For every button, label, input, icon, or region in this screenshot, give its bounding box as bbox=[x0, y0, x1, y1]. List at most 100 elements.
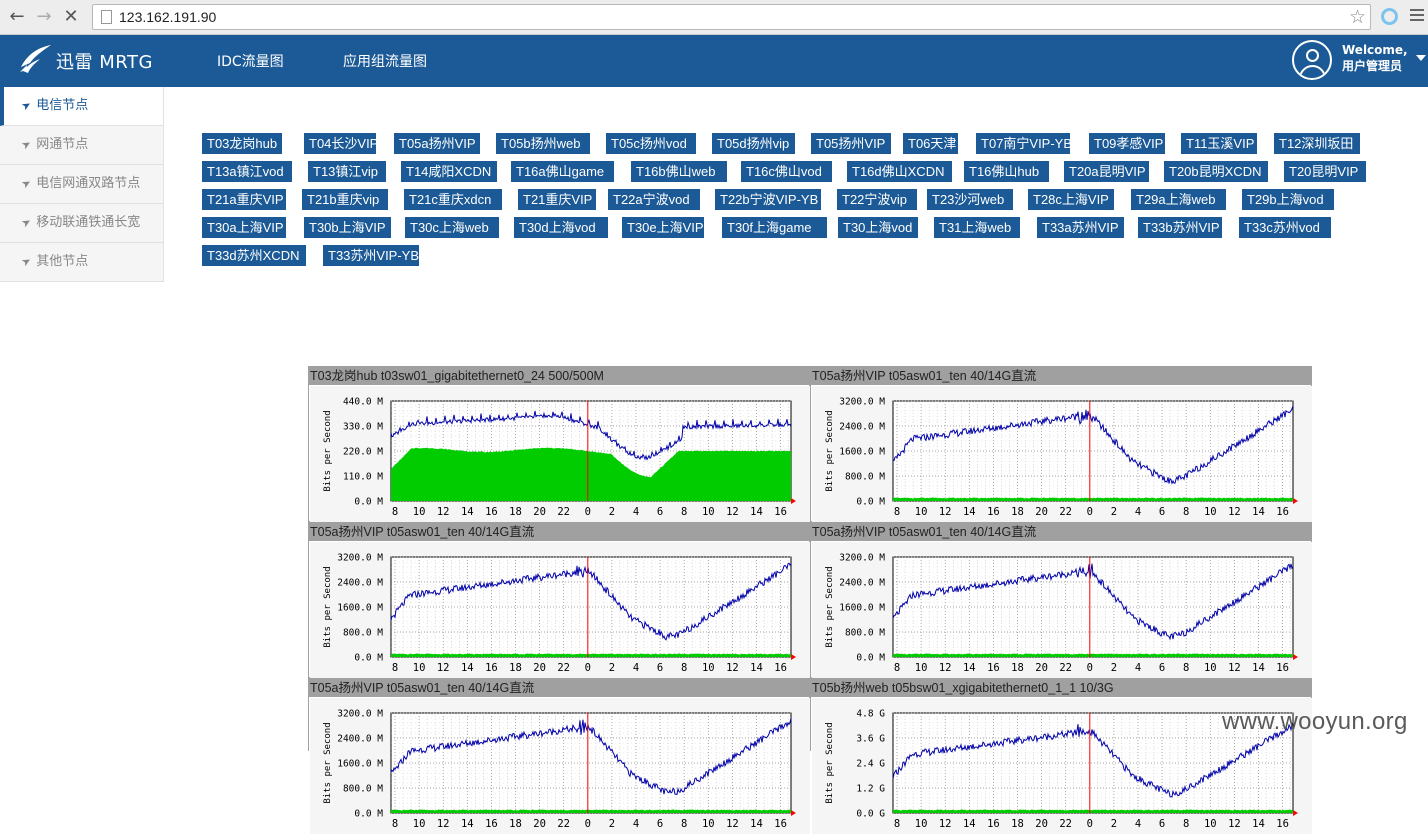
node-tag[interactable]: T21a重庆VIP bbox=[202, 189, 286, 210]
extension-icon[interactable] bbox=[1381, 8, 1398, 25]
user-menu-caret-icon[interactable] bbox=[1416, 55, 1426, 61]
mrtg-graph-panel[interactable]: T03龙岗hub t03sw01_gigabitethernet0_24 500… bbox=[309, 366, 810, 522]
node-tag[interactable]: T20a昆明VIP bbox=[1064, 161, 1149, 182]
node-tag[interactable]: T16b佛山web bbox=[631, 161, 727, 182]
node-tag[interactable]: T05c扬州vod bbox=[606, 133, 696, 154]
graph-x-tick: 14 bbox=[461, 818, 474, 830]
node-tag[interactable]: T03龙岗hub bbox=[202, 133, 282, 154]
graph-x-tick: 8 bbox=[894, 662, 900, 674]
node-tag[interactable]: T33b苏州VIP bbox=[1138, 217, 1222, 238]
node-tag[interactable]: T14咸阳XCDN bbox=[401, 161, 497, 182]
bookmark-star-icon[interactable]: ☆ bbox=[1349, 5, 1366, 29]
mrtg-graph-panel[interactable]: T05b扬州web t05bsw01_xgigabitethernet0_1_1… bbox=[811, 678, 1312, 834]
node-tag[interactable]: T22宁波vip bbox=[837, 189, 917, 210]
node-tag[interactable]: T33a苏州VIP bbox=[1037, 217, 1124, 238]
node-tag[interactable]: T20b昆明XCDN bbox=[1164, 161, 1268, 182]
node-tag[interactable]: T30f上海game bbox=[722, 217, 827, 238]
node-tag[interactable]: T12深圳坂田 bbox=[1274, 133, 1360, 154]
node-tag[interactable]: T05d扬州vip bbox=[712, 133, 795, 154]
node-tag[interactable]: T30上海vod bbox=[838, 217, 918, 238]
graph-title: T05a扬州VIP t05asw01_ten 40/14G直流 bbox=[310, 525, 535, 539]
graph-x-tick: 6 bbox=[657, 662, 663, 674]
node-tag[interactable]: T30d上海vod bbox=[514, 217, 608, 238]
mrtg-graph-panel[interactable]: T05a扬州VIP t05asw01_ten 40/14G直流 Bits per … bbox=[811, 522, 1312, 678]
avatar[interactable] bbox=[1292, 40, 1332, 80]
graph-x-tick: 6 bbox=[657, 818, 663, 830]
sidebar-item[interactable]: ➤ 网通节点 bbox=[0, 126, 163, 165]
url-text[interactable]: 123.162.191.90 bbox=[119, 9, 216, 25]
sidebar-item[interactable]: ➤ 移动联通铁通长宽 bbox=[0, 204, 163, 243]
graph-image[interactable]: Bits per Second 8 10 12 14 16 18 20 22 0 2 4 6 8 10 12 1… bbox=[309, 541, 810, 678]
node-tag[interactable]: T09孝感VIP bbox=[1089, 133, 1165, 154]
node-tag[interactable]: T13镇江vip bbox=[308, 161, 386, 182]
stop-loading-icon[interactable]: ✕ bbox=[60, 6, 82, 28]
graph-y-tick: 110.0 M bbox=[343, 472, 383, 483]
node-tag[interactable]: T16a佛山game bbox=[511, 161, 614, 182]
graph-x-tick: 22 bbox=[557, 506, 570, 518]
node-tag[interactable]: T21b重庆vip bbox=[302, 189, 388, 210]
traffic-chart: Bits per Second 8 10 12 14 16 18 20 22 0 2 4 6 8 10 12 1… bbox=[310, 698, 810, 834]
node-tag[interactable]: T30a上海VIP bbox=[202, 217, 286, 238]
node-tag[interactable]: T07南宁VIP-YB bbox=[976, 133, 1072, 154]
node-tag[interactable]: T29a上海web bbox=[1131, 189, 1226, 210]
graph-x-tick: 10 bbox=[702, 506, 715, 518]
traffic-chart: Bits per Second 8 10 12 14 16 18 20 22 0 2 4 6 8 10 12 1… bbox=[812, 542, 1312, 678]
mrtg-graph-panel[interactable]: T05a扬州VIP t05asw01_ten 40/14G直流 Bits per … bbox=[811, 366, 1312, 522]
thunder-logo-icon bbox=[20, 45, 51, 73]
node-tag[interactable]: T33c苏州vod bbox=[1239, 217, 1331, 238]
node-tag[interactable]: T16c佛山vod bbox=[741, 161, 832, 182]
node-tag[interactable]: T30e上海VIP bbox=[622, 217, 704, 238]
graph-image[interactable]: Bits per Second 8 10 12 14 16 18 20 22 0 2 4 6 8 10 12 1… bbox=[811, 541, 1312, 678]
sidebar-item[interactable]: ➤ 电信网通双路节点 bbox=[0, 165, 163, 204]
node-tag[interactable]: T22a宁波vod bbox=[608, 189, 700, 210]
node-tag[interactable]: T16佛山hub bbox=[964, 161, 1049, 182]
mrtg-graph-panel[interactable]: T05a扬州VIP t05asw01_ten 40/14G直流 Bits per … bbox=[309, 678, 810, 834]
graph-image[interactable]: Bits per Second 8 10 12 14 16 18 20 22 0 2 4 6 8 10 12 1… bbox=[309, 697, 810, 834]
sidebar-item[interactable]: ➤ 电信节点 bbox=[0, 87, 163, 126]
user-welcome[interactable]: Welcome, 用户管理员 bbox=[1342, 42, 1408, 74]
graph-x-tick: 10 bbox=[915, 818, 928, 830]
graph-image[interactable]: Bits per Second 8 10 12 14 16 18 20 22 0 2 4 6 8 10 12 1… bbox=[309, 385, 810, 522]
node-tag[interactable]: T16d佛山XCDN bbox=[847, 161, 952, 182]
nav-idc-traffic[interactable]: IDC流量图 bbox=[217, 51, 284, 71]
node-tag[interactable]: T13a镇江vod bbox=[202, 161, 292, 182]
graph-x-tick: 22 bbox=[1059, 818, 1072, 830]
node-tag[interactable]: T29b上海vod bbox=[1242, 189, 1334, 210]
node-tag[interactable]: T28c上海VIP bbox=[1028, 189, 1114, 210]
node-tag[interactable]: T23沙河web bbox=[927, 189, 1013, 210]
node-tag[interactable]: T20昆明VIP bbox=[1284, 161, 1366, 182]
graph-x-tick: 8 bbox=[681, 506, 687, 518]
sidebar-item[interactable]: ➤ 其他节点 bbox=[0, 243, 163, 282]
node-tag[interactable]: T30b上海VIP bbox=[304, 217, 391, 238]
browser-toolbar: ← → ✕ 123.162.191.90 ☆ bbox=[0, 0, 1428, 35]
node-tag[interactable]: T04长沙VIP bbox=[304, 133, 378, 154]
node-tag[interactable]: T31上海web bbox=[934, 217, 1020, 238]
graph-x-tick: 12 bbox=[939, 506, 952, 518]
node-tag[interactable]: T22b宁波VIP-YB bbox=[715, 189, 821, 210]
node-tag[interactable]: T30c上海web bbox=[405, 217, 499, 238]
node-tag[interactable]: T06天津 bbox=[903, 133, 958, 154]
mrtg-graph-panel[interactable]: T05a扬州VIP t05asw01_ten 40/14G直流 Bits per … bbox=[309, 522, 810, 678]
node-tag[interactable]: T33苏州VIP-YB bbox=[323, 245, 419, 266]
forward-icon[interactable]: → bbox=[33, 6, 55, 28]
address-bar[interactable]: 123.162.191.90 ☆ bbox=[92, 4, 1371, 30]
nav-app-group-traffic[interactable]: 应用组流量图 bbox=[343, 51, 427, 71]
graph-x-tick: 20 bbox=[1035, 506, 1048, 518]
node-tag[interactable]: T05扬州VIP bbox=[811, 133, 891, 154]
graph-x-tick: 8 bbox=[681, 818, 687, 830]
inbound-traffic-area bbox=[893, 497, 1293, 501]
node-tag[interactable]: T05a扬州VIP bbox=[394, 133, 480, 154]
node-tag[interactable]: T05b扬州web bbox=[496, 133, 590, 154]
node-tag[interactable]: T21c重庆xdcn bbox=[404, 189, 502, 210]
graph-image[interactable]: Bits per Second 8 10 12 14 16 18 20 22 0 2 4 6 8 10 12 1… bbox=[811, 385, 1312, 522]
node-tag[interactable]: T33d苏州XCDN bbox=[202, 245, 306, 266]
browser-menu-icon[interactable] bbox=[1410, 9, 1424, 24]
graph-y-tick: 0.0 M bbox=[856, 497, 885, 508]
node-tag[interactable]: T21重庆VIP bbox=[518, 189, 596, 210]
graph-y-tick: 220.0 M bbox=[343, 447, 383, 458]
node-tag[interactable]: T11玉溪VIP bbox=[1181, 133, 1257, 154]
graph-title: T05a扬州VIP t05asw01_ten 40/14G直流 bbox=[812, 369, 1037, 383]
graph-x-tick: 0 bbox=[585, 506, 591, 518]
graph-y-tick: 2400.0 M bbox=[337, 578, 383, 589]
back-icon[interactable]: ← bbox=[6, 6, 28, 28]
